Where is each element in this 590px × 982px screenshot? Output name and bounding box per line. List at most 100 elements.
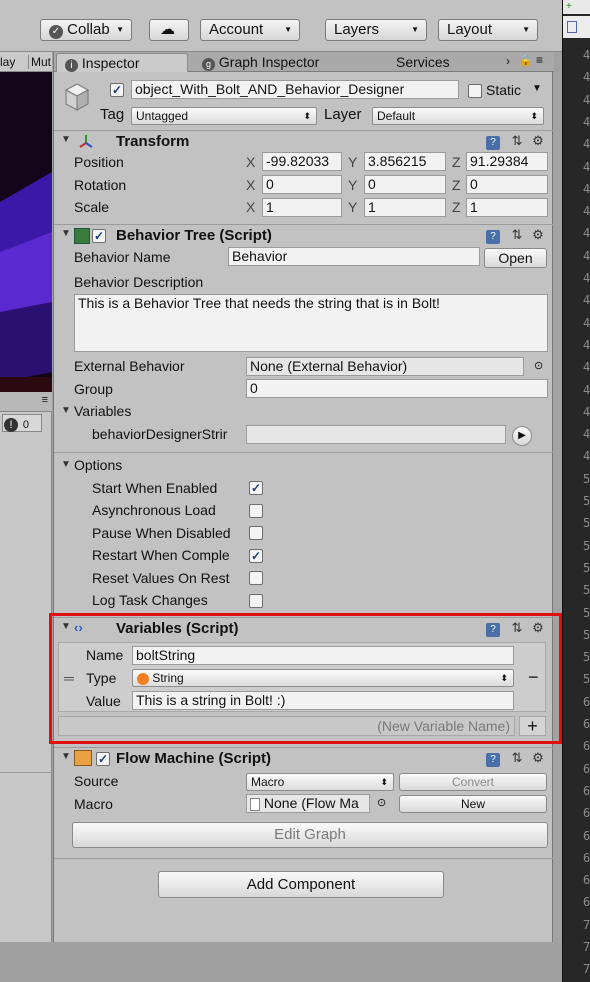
- option-checkbox[interactable]: ✓: [249, 481, 263, 495]
- foldout-arrow-icon[interactable]: ▼: [61, 748, 71, 766]
- object-name-field[interactable]: object_With_Bolt_AND_Behavior_Designer: [131, 80, 459, 99]
- source-value: Macro: [251, 775, 285, 789]
- layout-dropdown[interactable]: Layout ▼: [438, 19, 538, 41]
- group-field[interactable]: 0: [246, 379, 548, 398]
- axis-x-label: X: [246, 154, 256, 170]
- convert-button[interactable]: Convert: [399, 773, 547, 791]
- gear-icon[interactable]: ⚙: [532, 620, 544, 635]
- object-picker-icon[interactable]: ⊙: [377, 796, 386, 809]
- var-type-dropdown[interactable]: String ⬍: [132, 669, 514, 687]
- edit-graph-button[interactable]: Edit Graph: [72, 822, 548, 848]
- foldout-arrow-icon[interactable]: ▼: [61, 131, 71, 149]
- behavior-tree-header[interactable]: ▼ ✓ Behavior Tree (Script) ? ⇅ ⚙: [54, 224, 554, 246]
- help-icon[interactable]: ?: [486, 623, 500, 637]
- scale-z-field[interactable]: 1: [466, 198, 548, 217]
- foldout-arrow-icon[interactable]: ▼: [61, 225, 71, 243]
- add-variable-button[interactable]: +: [519, 716, 546, 736]
- menu-icon[interactable]: ≡: [536, 53, 543, 67]
- var-name-field[interactable]: boltString: [132, 646, 514, 665]
- new-variable-name-input[interactable]: (New Variable Name): [58, 716, 515, 736]
- gear-icon[interactable]: ⚙: [532, 750, 544, 765]
- collab-label: Collab: [67, 21, 110, 38]
- flow-machine-header[interactable]: ▼ ✓ Flow Machine (Script) ? ⇅ ⚙: [54, 747, 554, 769]
- preset-icon[interactable]: ⇅: [512, 227, 523, 242]
- drag-handle-icon[interactable]: ═: [64, 670, 74, 686]
- open-button[interactable]: Open: [484, 248, 547, 268]
- preset-icon[interactable]: ⇅: [512, 133, 523, 148]
- foldout-arrow-icon[interactable]: ▼: [61, 456, 71, 474]
- tag-dropdown[interactable]: Untagged ⬍: [131, 107, 317, 125]
- scale-y-field[interactable]: 1: [364, 198, 446, 217]
- chevron-down-icon[interactable]: ▼: [532, 83, 542, 94]
- tab-services[interactable]: Services: [388, 53, 488, 72]
- axis-x-label: X: [246, 177, 256, 193]
- position-z-field[interactable]: 91.29384: [466, 152, 548, 171]
- play-tab[interactable]: lay: [0, 55, 15, 69]
- option-checkbox[interactable]: ✓: [249, 549, 263, 563]
- line-number: 5: [583, 583, 590, 598]
- foldout-arrow-icon[interactable]: ▼: [61, 618, 71, 636]
- macro-field[interactable]: None (Flow Ma: [246, 794, 370, 813]
- console-panel: ≡ ! 0: [0, 392, 52, 942]
- gear-icon[interactable]: ⚙: [532, 133, 544, 148]
- position-y-field[interactable]: 3.856215: [364, 152, 446, 171]
- line-number: 5: [583, 605, 590, 620]
- object-active-checkbox[interactable]: ✓: [110, 83, 124, 97]
- preset-icon[interactable]: ⇅: [512, 620, 523, 635]
- add-file-icon[interactable]: +: [566, 1, 572, 12]
- external-behavior-label: External Behavior: [74, 358, 185, 374]
- position-x-field[interactable]: -99.82033: [262, 152, 342, 171]
- new-macro-button[interactable]: New: [399, 795, 547, 813]
- add-component-button[interactable]: Add Component: [158, 871, 444, 898]
- mute-tab[interactable]: Mut: [28, 55, 51, 69]
- collab-button[interactable]: ✓ Collab ▼: [40, 19, 132, 41]
- tab-graph-inspector[interactable]: g Graph Inspector: [194, 53, 374, 72]
- variable-value-field[interactable]: [246, 425, 506, 444]
- menu-icon[interactable]: ≡: [42, 394, 48, 406]
- object-picker-icon[interactable]: ⊙: [534, 359, 543, 372]
- behavior-tree-enabled-checkbox[interactable]: ✓: [92, 229, 106, 243]
- editor-tab[interactable]: [563, 16, 590, 38]
- cloud-button[interactable]: ☁: [149, 19, 189, 41]
- help-icon[interactable]: ?: [486, 230, 500, 244]
- scale-x-field[interactable]: 1: [262, 198, 342, 217]
- rotation-x-field[interactable]: 0: [262, 175, 342, 194]
- help-icon[interactable]: ?: [486, 753, 500, 767]
- variables-script-header[interactable]: ▼ ‹› Variables (Script) ? ⇅ ⚙: [54, 617, 554, 639]
- var-value-field[interactable]: This is a string in Bolt! :): [132, 691, 514, 710]
- rotation-y-field[interactable]: 0: [364, 175, 446, 194]
- behavior-tree-title: Behavior Tree (Script): [116, 227, 272, 244]
- tab-inspector[interactable]: i Inspector: [56, 53, 188, 72]
- option-label: Reset Values On Rest: [92, 570, 230, 586]
- static-checkbox[interactable]: [468, 84, 482, 98]
- layer-dropdown[interactable]: Default ⬍: [372, 107, 544, 125]
- foldout-arrow-icon[interactable]: ▼: [61, 402, 71, 420]
- help-icon[interactable]: ?: [486, 136, 500, 150]
- gear-icon[interactable]: ⚙: [532, 227, 544, 242]
- option-checkbox[interactable]: [249, 571, 263, 585]
- line-number: 7: [583, 962, 590, 977]
- lock-icon[interactable]: 🔒: [519, 54, 533, 67]
- option-checkbox[interactable]: [249, 504, 263, 518]
- option-checkbox[interactable]: [249, 594, 263, 608]
- account-dropdown[interactable]: Account ▼: [200, 19, 300, 41]
- layers-dropdown[interactable]: Layers ▼: [325, 19, 427, 41]
- transform-header[interactable]: ▼ Transform ? ⇅ ⚙: [54, 130, 554, 152]
- chevron-updown-icon: ⬍: [500, 673, 508, 683]
- rotation-z-field[interactable]: 0: [466, 175, 548, 194]
- preset-icon[interactable]: ⇅: [512, 750, 523, 765]
- file-icon: [567, 21, 577, 33]
- warning-count-button[interactable]: ! 0: [2, 414, 42, 432]
- flow-machine-enabled-checkbox[interactable]: ✓: [96, 752, 110, 766]
- chevron-right-icon[interactable]: ›: [506, 54, 510, 68]
- external-behavior-field[interactable]: None (External Behavior): [246, 357, 524, 376]
- tab-graph-inspector-label: Graph Inspector: [218, 54, 320, 70]
- source-dropdown[interactable]: Macro ⬍: [246, 773, 394, 791]
- behavior-description-field[interactable]: This is a Behavior Tree that needs the s…: [74, 294, 548, 352]
- play-arrow-icon[interactable]: ▶: [512, 426, 532, 446]
- remove-variable-button[interactable]: −: [528, 667, 539, 688]
- line-number: 6: [583, 828, 590, 843]
- scene-view[interactable]: [0, 52, 52, 392]
- behavior-name-field[interactable]: Behavior: [228, 247, 480, 266]
- option-checkbox[interactable]: [249, 526, 263, 540]
